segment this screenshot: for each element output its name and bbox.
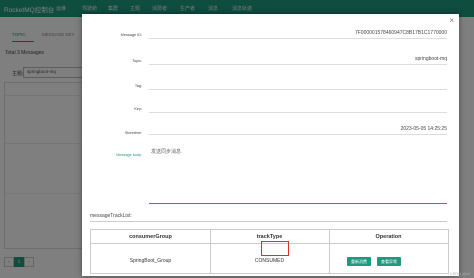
key-field-label: Key: <box>134 107 142 111</box>
view-exception-button[interactable]: 查看异常 <box>377 257 401 266</box>
message-detail-modal: × Message ID: 7F000001578460947C8B17B1C1… <box>82 14 459 276</box>
field-divider <box>149 134 447 135</box>
message-id-value: 7F000001578460947C8B17B1C1770000 <box>354 30 447 36</box>
track-type-header: trackType <box>256 234 283 240</box>
consumer-group-header: consumerGroup <box>129 234 172 240</box>
message-track-list-label: messageTrackList: <box>90 213 132 219</box>
resend-message-button[interactable]: 重新消费 <box>347 257 371 266</box>
tag-field-label: Tag: <box>134 84 142 88</box>
close-icon[interactable]: × <box>449 16 454 25</box>
message-body-textarea[interactable]: 发送同步消息 <box>149 145 447 204</box>
field-divider <box>149 38 447 39</box>
message-body-text: 发送同步消息 <box>151 149 182 155</box>
track-type-cell: CONSUMED <box>254 258 285 264</box>
topic-field-label: Topic: <box>132 59 142 63</box>
field-divider <box>149 64 447 65</box>
consumer-group-cell: SpringBoot_Group <box>129 258 172 264</box>
highlight-box <box>261 241 289 256</box>
message-body-label: Message body: <box>116 153 142 157</box>
field-divider <box>149 112 447 113</box>
field-divider <box>149 89 447 90</box>
operation-header: Operation <box>375 234 402 240</box>
watermark: CSDN @lsl <box>449 271 470 276</box>
storetime-field-value: 2023-05-05 14:25:25 <box>400 126 447 132</box>
storetime-field-label: Storetime: <box>124 131 142 135</box>
topic-field-value: springboot-mq <box>415 56 447 62</box>
message-id-label: Message ID: <box>120 33 142 37</box>
section-divider <box>90 221 447 222</box>
